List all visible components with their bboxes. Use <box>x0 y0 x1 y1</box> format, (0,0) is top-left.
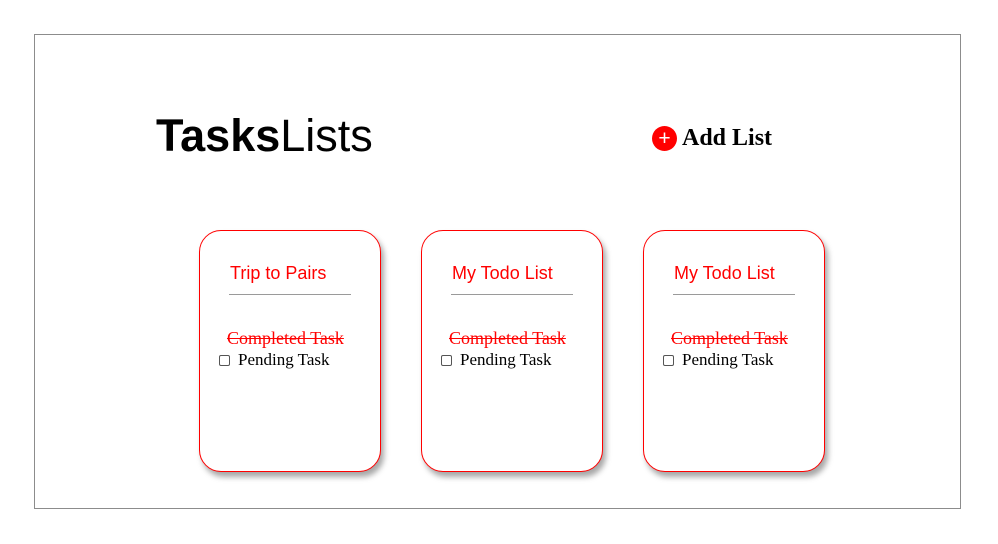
pending-task-row: Pending Task <box>663 349 774 371</box>
title-underline <box>229 294 351 295</box>
title-underline <box>451 294 573 295</box>
pending-task-label: Pending Task <box>682 350 774 369</box>
list-title[interactable]: My Todo List <box>674 261 775 285</box>
task-checkbox[interactable] <box>441 354 452 366</box>
title-underline <box>673 294 795 295</box>
task-checkbox[interactable] <box>219 354 230 366</box>
completed-task[interactable]: Completed Task <box>449 327 566 349</box>
list-title[interactable]: Trip to Pairs <box>230 261 326 285</box>
pending-task-row: Pending Task <box>219 349 330 371</box>
add-list-button[interactable]: + Add List <box>652 124 772 152</box>
list-card: My Todo List Completed Task Pending Task <box>421 230 603 472</box>
add-list-label: Add List <box>682 125 773 151</box>
brand-tasks: Tasks <box>156 110 281 161</box>
brand-lists: Lists <box>280 110 373 161</box>
plus-icon: + <box>652 125 677 151</box>
pending-task-row: Pending Task <box>441 349 552 371</box>
pending-task-label: Pending Task <box>238 350 330 369</box>
completed-task[interactable]: Completed Task <box>671 327 788 349</box>
list-title[interactable]: My Todo List <box>452 261 553 285</box>
app-logo: TasksLists <box>156 110 373 162</box>
task-checkbox[interactable] <box>663 354 674 366</box>
list-card: Trip to Pairs Completed Task Pending Tas… <box>199 230 381 472</box>
completed-task[interactable]: Completed Task <box>227 327 344 349</box>
list-card: My Todo List Completed Task Pending Task <box>643 230 825 472</box>
pending-task-label: Pending Task <box>460 350 552 369</box>
